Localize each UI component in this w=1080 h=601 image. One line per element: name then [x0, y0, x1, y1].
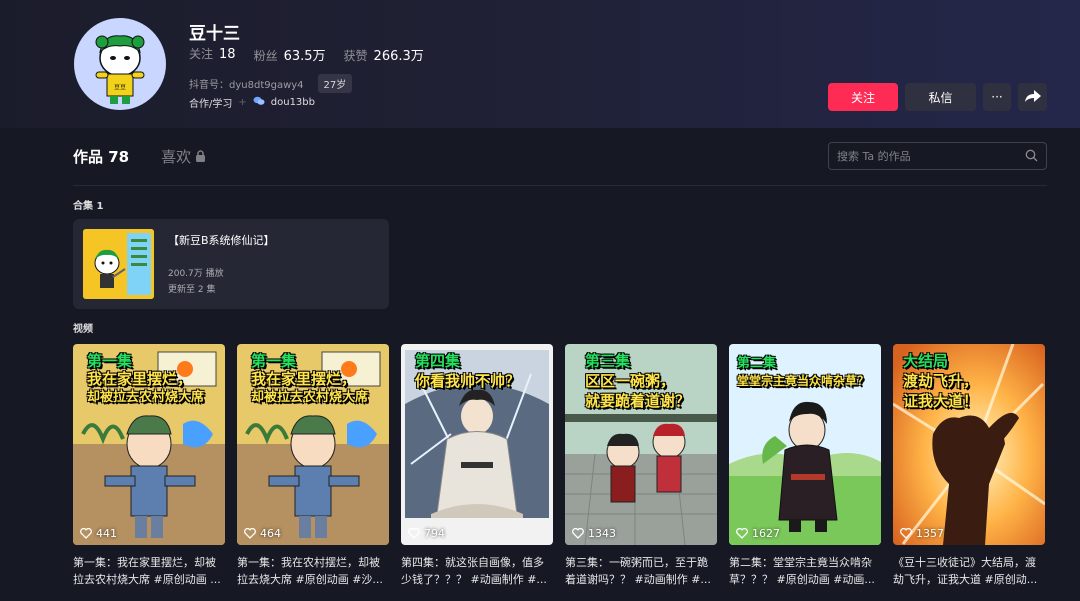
overlay-text-episode: 第二集 [737, 356, 777, 371]
collection-update: 更新至 2 集 [168, 285, 216, 295]
share-icon [1024, 89, 1042, 106]
video-card[interactable]: 大结局 渡劫飞升， 证我大道！ 1357 《豆十三收徒记》大结局，渡劫飞升，证我… [893, 344, 1045, 588]
overlay-text-line: 区区一碗粥， [585, 372, 676, 390]
collections-title: 合集 1 [73, 201, 104, 212]
douyin-id: 抖音号：dyu8dt9gawy4 [189, 80, 304, 91]
video-caption[interactable]: 第一集：我在家里摆烂，却被拉去农村烧大席 #原创动画 ... [73, 554, 225, 588]
overlay-text-line: 却被拉去农村烧大席 [87, 390, 205, 405]
video-card[interactable]: 第一集 我在家里摆烂， 却被拉去农村烧大席 464 第一集：我在农村摆烂，却被拉… [237, 344, 389, 588]
search-icon[interactable] [1025, 147, 1038, 166]
video-thumbnail[interactable]: 第四集 你看我帅不帅？ 794 [401, 344, 553, 545]
video-card[interactable]: 第四集 你看我帅不帅？ 794 第四集：就这张自画像，值多少钱了？？？ #动画制… [401, 344, 553, 588]
stat-likes: 获赞 266.3万 [343, 49, 424, 64]
heart-icon [80, 528, 92, 539]
like-count: 464 [244, 527, 281, 540]
video-thumbnail[interactable]: 第三集 区区一碗粥， 就要跪着道谢？ 1343 [565, 344, 717, 545]
contact-id: dou13bb [270, 97, 315, 108]
like-count: 1343 [572, 527, 616, 540]
video-caption[interactable]: 第二集：堂堂宗主竟当众啃杂草？？？ #原创动画 #动画... [729, 554, 881, 588]
message-button[interactable]: 私信 [905, 83, 976, 111]
profile-name: 豆十三 [189, 24, 240, 44]
overlay-text-line: 我在家里摆烂， [251, 370, 357, 388]
overlay-text-line: 渡劫飞升， [903, 372, 979, 390]
overlay-text-line: 你看我帅不帅？ [415, 372, 521, 390]
stat-followers[interactable]: 粉丝 63.5万 [254, 45, 326, 64]
overlay-text-line: 就要跪着道谢？ [585, 392, 691, 410]
stat-following[interactable]: 关注 18 [189, 45, 236, 64]
profile-tabs: 作品 78 喜欢 [73, 146, 206, 167]
video-thumbnail[interactable]: 大结局 渡劫飞升， 证我大道！ 1357 [893, 344, 1045, 545]
more-button[interactable]: ··· [983, 83, 1011, 111]
video-card[interactable]: 第一集 我在家里摆烂， 却被拉去农村烧大席 441 第一集：我在家里摆烂，却被拉… [73, 344, 225, 588]
heart-icon [900, 528, 912, 539]
like-count: 1627 [736, 527, 780, 540]
video-thumbnail[interactable]: 第一集 我在家里摆烂， 却被拉去农村烧大席 464 [237, 344, 389, 545]
like-count: 1357 [900, 527, 944, 540]
wechat-icon [253, 96, 265, 109]
tab-likes-label: 喜欢 [161, 148, 192, 166]
videos-title: 视频 [73, 324, 93, 335]
avatar-badge: 豆豆 [114, 84, 126, 91]
heart-icon [572, 528, 584, 539]
profile-stats: 关注 18 粉丝 63.5万 获赞 266.3万 [189, 45, 424, 64]
video-caption[interactable]: 《豆十三收徒记》大结局，渡劫飞升，证我大道 #原创动... [893, 554, 1045, 588]
search-input[interactable] [837, 149, 1017, 163]
profile-id-line: 抖音号：dyu8dt9gawy4 27岁 [189, 74, 353, 93]
overlay-text-episode: 大结局 [903, 352, 949, 370]
overlay-text-line: 堂堂宗主竟当众啃杂草？ [737, 374, 870, 388]
avatar[interactable]: 豆豆 [74, 18, 166, 110]
overlay-text-line: 我在家里摆烂， [87, 370, 193, 388]
video-thumbnail[interactable]: 第二集 堂堂宗主竟当众啃杂草？ 1627 [729, 344, 881, 545]
video-card[interactable]: 第二集 堂堂宗主竟当众啃杂草？ 1627 第二集：堂堂宗主竟当众啃杂草？？？ #… [729, 344, 881, 588]
lock-icon [195, 148, 206, 166]
video-card[interactable]: 第三集 区区一碗粥， 就要跪着道谢？ 1343 第三集：一碗粥而已，至于跪着道谢… [565, 344, 717, 588]
video-caption[interactable]: 第三集：一碗粥而已，至于跪着道谢吗？？ #动画制作 #... [565, 554, 717, 588]
category-label: 合作/学习 [189, 99, 233, 110]
heart-icon [736, 528, 748, 539]
video-caption[interactable]: 第一集：我在农村摆烂，却被拉去烧大席 #原创动画 #沙... [237, 554, 389, 588]
heart-icon [244, 528, 256, 539]
collection-card[interactable]: 【新豆B系统修仙记】 200.7万 播放 更新至 2 集 [73, 219, 389, 309]
age-badge: 27岁 [317, 74, 353, 93]
video-grid: 第一集 我在家里摆烂， 却被拉去农村烧大席 441 第一集：我在家里摆烂，却被拉… [73, 344, 1045, 588]
collection-title: 【新豆B系统修仙记】 [168, 234, 275, 247]
heart-icon [408, 528, 420, 539]
like-count: 794 [408, 527, 445, 540]
video-thumbnail[interactable]: 第一集 我在家里摆烂， 却被拉去农村烧大席 441 [73, 344, 225, 545]
follow-button[interactable]: 关注 [828, 83, 898, 111]
profile-tagline: 合作/学习 + dou13bb [189, 95, 315, 110]
tab-likes[interactable]: 喜欢 [161, 146, 206, 167]
collection-plays: 200.7万 播放 [168, 269, 224, 279]
overlay-text-episode: 第一集 [251, 352, 297, 370]
share-button[interactable] [1018, 83, 1047, 111]
search-box [828, 142, 1047, 170]
overlay-text-episode: 第一集 [87, 352, 133, 370]
collection-thumbnail [83, 229, 154, 299]
tab-works[interactable]: 作品 78 [73, 146, 129, 167]
plus-icon: + [238, 97, 247, 108]
like-count: 441 [80, 527, 117, 540]
tabs-divider [73, 185, 1047, 186]
overlay-text-episode: 第四集 [415, 352, 461, 370]
overlay-text-episode: 第三集 [585, 352, 631, 370]
avatar-illustration: 豆豆 [95, 35, 145, 104]
overlay-text-line: 却被拉去农村烧大席 [251, 390, 369, 405]
overlay-text-line: 证我大道！ [903, 392, 979, 410]
video-caption[interactable]: 第四集：就这张自画像，值多少钱了？？？ #动画制作 #... [401, 554, 553, 588]
